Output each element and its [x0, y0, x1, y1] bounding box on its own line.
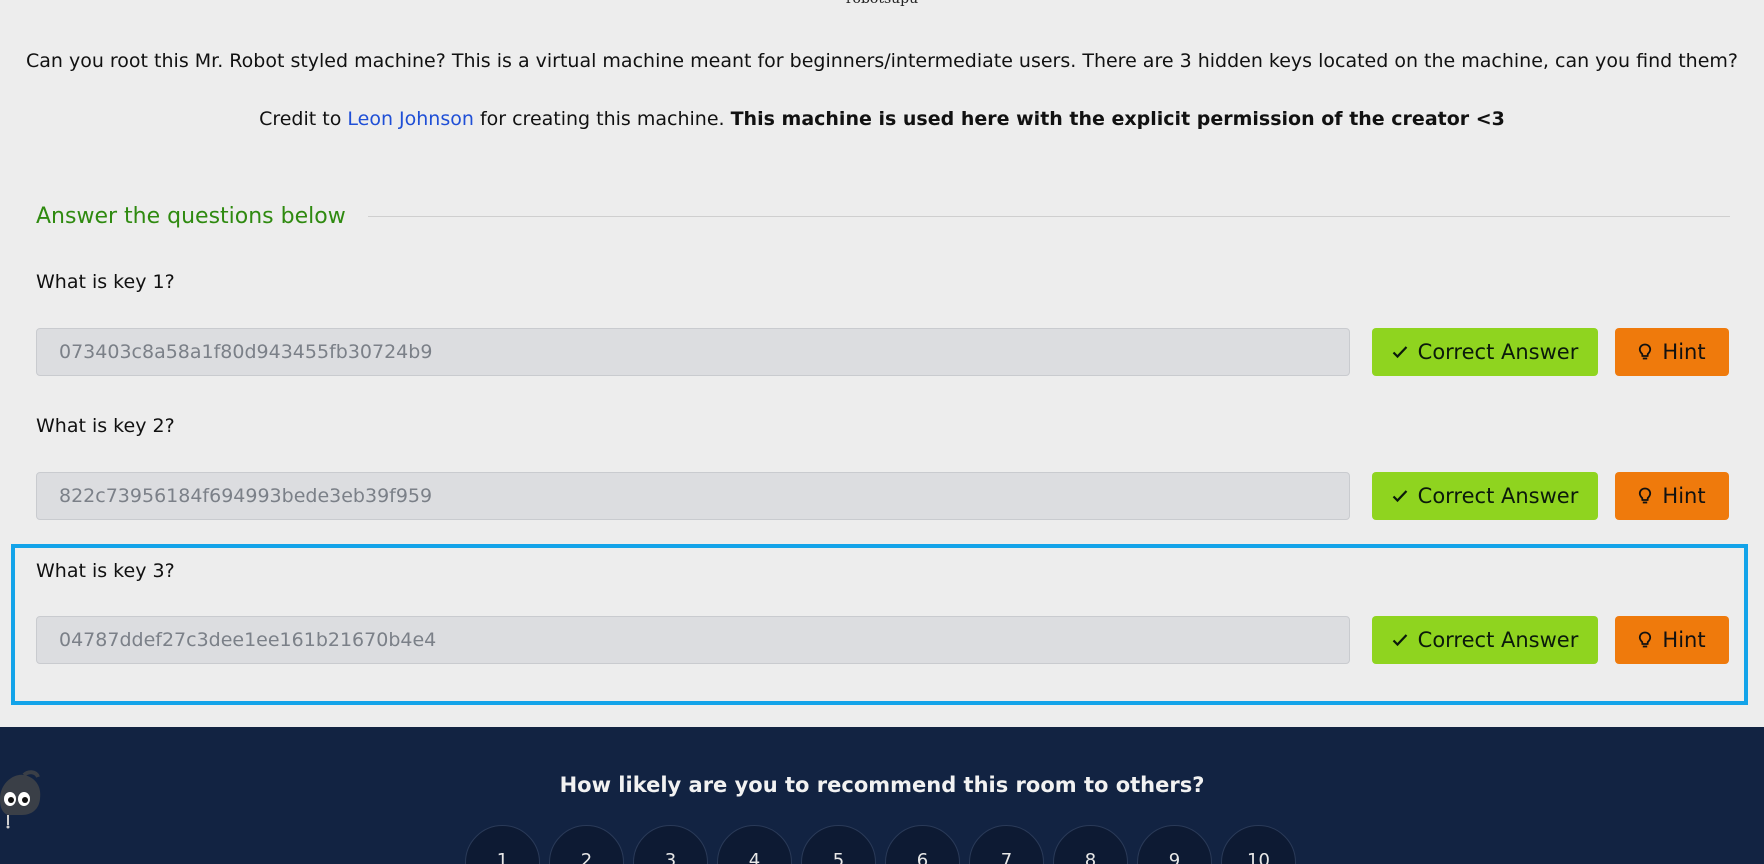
hint-button[interactable]: Hint: [1615, 472, 1729, 520]
rating-button-9[interactable]: 9: [1137, 825, 1212, 864]
answer-input[interactable]: [36, 328, 1350, 376]
room-description: Can you root this Mr. Robot styled machi…: [25, 50, 1739, 72]
rating-scale: 1 2 3 4 5 6 7 8 9 10: [465, 825, 1296, 864]
rating-button-1[interactable]: 1: [465, 825, 540, 864]
check-icon: [1392, 633, 1408, 647]
credit-line: Credit to Leon Johnson for creating this…: [0, 105, 1764, 133]
rating-button-7[interactable]: 7: [969, 825, 1044, 864]
correct-answer-label: Correct Answer: [1417, 340, 1579, 364]
question-block-1: What is key 1? Correct Answer Hint: [36, 270, 1730, 376]
credit-prefix: Credit to: [259, 108, 348, 130]
hint-button[interactable]: Hint: [1615, 616, 1729, 664]
hint-button[interactable]: Hint: [1615, 328, 1729, 376]
answer-row: Correct Answer Hint: [36, 328, 1730, 376]
rating-button-3[interactable]: 3: [633, 825, 708, 864]
answer-row: Correct Answer Hint: [36, 472, 1730, 520]
check-icon: [1392, 345, 1408, 359]
lightbulb-icon: [1638, 631, 1652, 649]
clipped-top-text: robotsupu: [0, 0, 1764, 7]
correct-answer-button[interactable]: Correct Answer: [1372, 472, 1598, 520]
rating-button-4[interactable]: 4: [717, 825, 792, 864]
hint-label: Hint: [1662, 628, 1706, 652]
rating-button-6[interactable]: 6: [885, 825, 960, 864]
rating-button-8[interactable]: 8: [1053, 825, 1128, 864]
answer-heading-row: Answer the questions below: [36, 202, 1730, 230]
recommend-question: How likely are you to recommend this roo…: [559, 773, 1205, 797]
answer-section-heading: Answer the questions below: [36, 203, 346, 229]
question-label: What is key 1?: [36, 271, 175, 293]
correct-answer-button[interactable]: Correct Answer: [1372, 328, 1598, 376]
question-block-2: What is key 2? Correct Answer Hint: [36, 414, 1730, 520]
rating-button-10[interactable]: 10: [1221, 825, 1296, 864]
hint-label: Hint: [1662, 340, 1706, 364]
permission-notice: This machine is used here with the expli…: [730, 108, 1505, 130]
rating-button-5[interactable]: 5: [801, 825, 876, 864]
question-label: What is key 3?: [36, 560, 175, 582]
correct-answer-button[interactable]: Correct Answer: [1372, 616, 1598, 664]
rating-button-2[interactable]: 2: [549, 825, 624, 864]
correct-answer-label: Correct Answer: [1417, 628, 1579, 652]
hint-label: Hint: [1662, 484, 1706, 508]
correct-answer-label: Correct Answer: [1417, 484, 1579, 508]
lightbulb-icon: [1638, 487, 1652, 505]
heading-divider: [367, 215, 1730, 217]
answer-input[interactable]: [36, 472, 1350, 520]
answer-row: Correct Answer Hint: [36, 616, 1730, 664]
answer-input[interactable]: [36, 616, 1350, 664]
question-label: What is key 2?: [36, 415, 175, 437]
lightbulb-icon: [1638, 343, 1652, 361]
recommendation-footer: How likely are you to recommend this roo…: [0, 727, 1764, 864]
creator-link[interactable]: Leon Johnson: [347, 108, 474, 130]
credit-middle: for creating this machine.: [473, 108, 731, 130]
question-block-3: What is key 3? Correct Answer Hint: [36, 559, 1730, 664]
check-icon: [1392, 489, 1408, 503]
